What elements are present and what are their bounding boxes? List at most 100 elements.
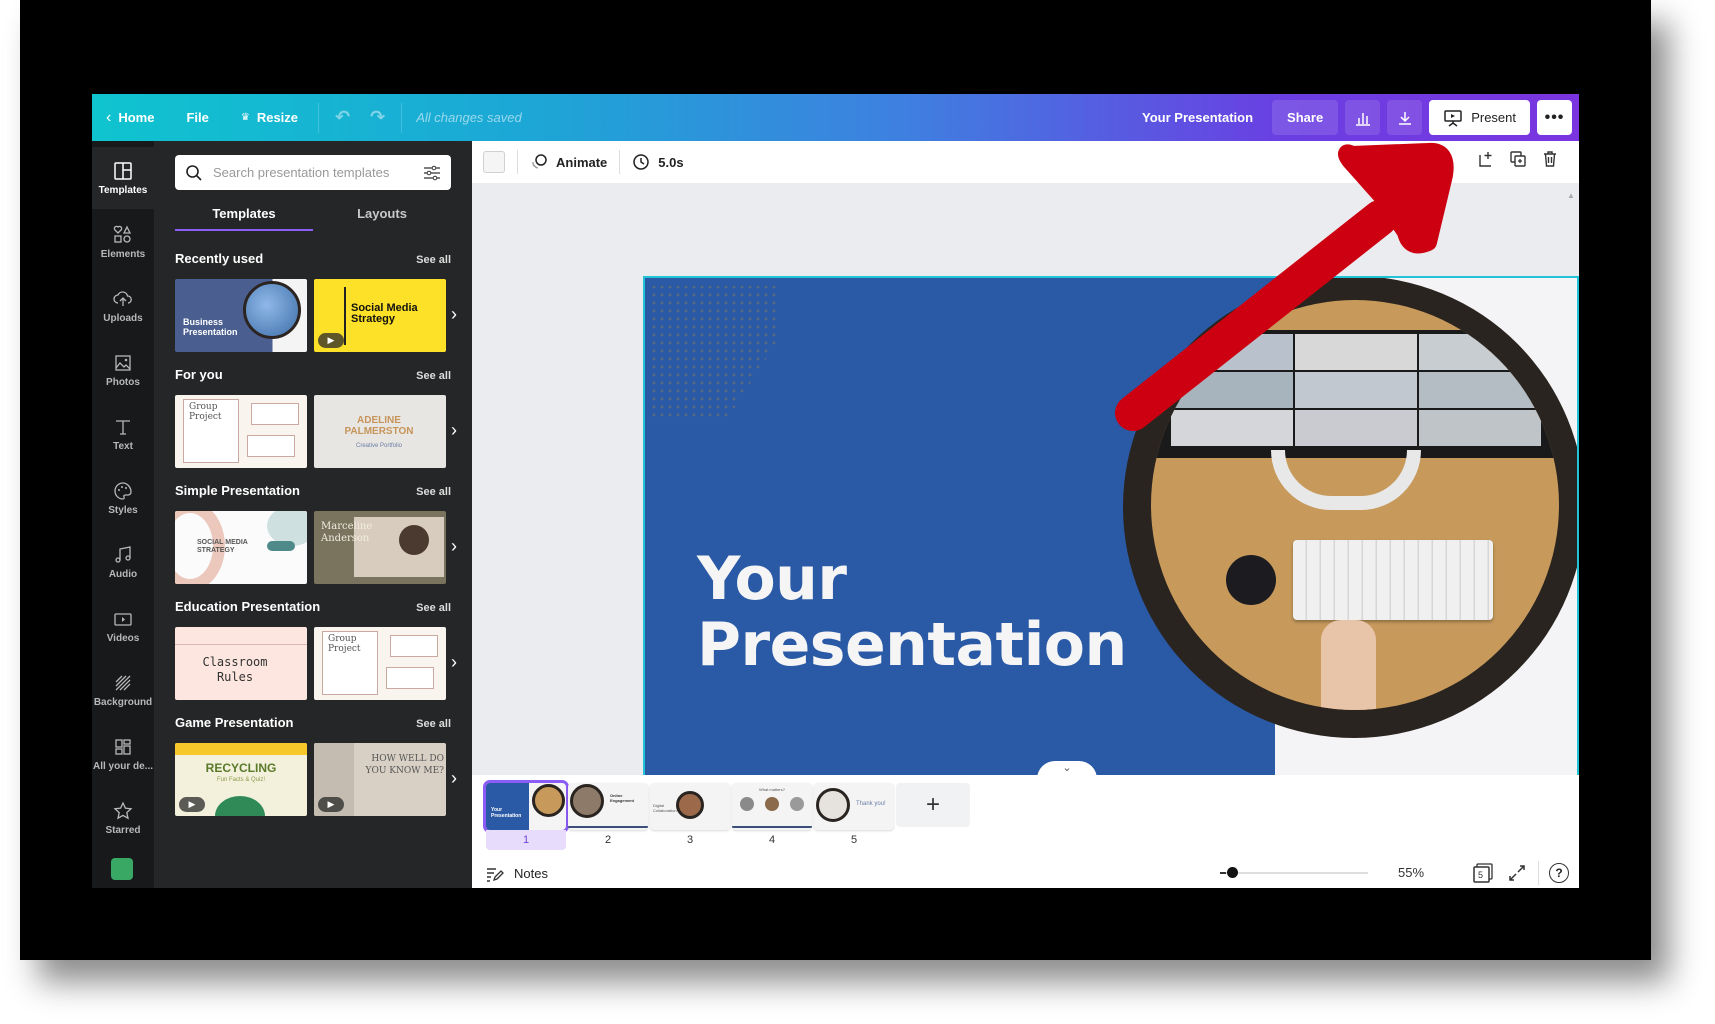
zoom-slider-handle[interactable] [1227, 867, 1239, 878]
rail-item-elements[interactable]: Elements [92, 211, 154, 273]
duplicate-page-icon[interactable] [1509, 150, 1527, 171]
page-grid-button[interactable]: 5 [1472, 862, 1494, 887]
chevron-right-icon[interactable]: › [451, 420, 457, 441]
file-menu[interactable]: File [168, 94, 226, 141]
app-icon[interactable] [111, 858, 133, 880]
slide-title[interactable]: Your Presentation [697, 546, 1127, 678]
slide-title-line-1: Your [697, 544, 847, 614]
template-thumb[interactable]: HOW WELL DO YOU KNOW ME? ▶ [314, 743, 446, 816]
section-title: Simple Presentation [175, 483, 300, 498]
search-placeholder: Search presentation templates [213, 165, 390, 180]
resize-button[interactable]: ♛ Resize [227, 94, 312, 141]
notes-button[interactable]: Notes [472, 866, 548, 882]
document-title[interactable]: Your Presentation [1130, 110, 1265, 125]
duration-button[interactable]: 5.0s [632, 153, 684, 171]
tab-templates[interactable]: Templates [175, 199, 313, 231]
see-all-link[interactable]: See all [416, 254, 451, 266]
rail-label: Elements [100, 248, 146, 260]
rail-item-templates[interactable]: Templates [92, 147, 154, 209]
chevron-right-icon[interactable]: › [451, 304, 457, 325]
page-thumb-4[interactable]: What matters? [732, 783, 812, 830]
template-thumb[interactable]: Group Project [314, 627, 446, 700]
page-thumb-1[interactable]: Your Presentation [483, 780, 569, 833]
rail-item-uploads[interactable]: Uploads [92, 275, 154, 337]
template-thumb[interactable]: SOCIAL MEDIA STRATEGY [175, 511, 307, 584]
section-recently-used: Recently used See all Business Presentati… [175, 251, 457, 352]
toggle-filmstrip-button[interactable]: ⌄ [1037, 761, 1097, 779]
rail-item-text[interactable]: Text [92, 403, 154, 465]
page-thumb-3[interactable]: Digital Collaboration [650, 783, 730, 830]
file-label: File [186, 110, 209, 125]
section-title: For you [175, 367, 223, 382]
template-thumb[interactable]: RECYCLING Fun Facts & Quiz! ▶ [175, 743, 307, 816]
rail-item-videos[interactable]: Videos [92, 595, 154, 657]
play-icon: ▶ [318, 333, 344, 348]
search-input[interactable]: Search presentation templates [175, 155, 451, 190]
chevron-right-icon[interactable]: › [451, 768, 457, 789]
background-color-swatch[interactable] [483, 151, 505, 173]
chevron-right-icon[interactable]: › [451, 536, 457, 557]
add-page-icon[interactable] [1477, 150, 1495, 171]
template-thumb[interactable]: Business Presentation [175, 279, 307, 352]
more-options-button[interactable]: ••• [1537, 100, 1572, 135]
photo-frame[interactable] [1123, 278, 1577, 738]
page-thumb-2[interactable]: Online Engagement [568, 783, 648, 830]
zoom-slider[interactable] [1220, 867, 1368, 878]
upload-icon [113, 290, 132, 306]
vertical-scrollbar[interactable]: ▲ ▼ [1567, 191, 1575, 791]
rail-label: All your de... [92, 760, 153, 772]
see-all-link[interactable]: See all [416, 486, 451, 498]
editor-toolbar: Animate 5.0s [472, 141, 1579, 183]
help-button[interactable]: ? [1549, 863, 1569, 883]
animate-button[interactable]: Animate [530, 153, 607, 171]
divider [1538, 861, 1539, 885]
slide-canvas[interactable]: Your Presentation [643, 276, 1579, 801]
see-all-link[interactable]: See all [416, 718, 451, 730]
rail-label: Background [93, 696, 153, 708]
page-thumb-5[interactable]: Thank you! [814, 783, 894, 830]
chevron-right-icon[interactable]: › [451, 652, 457, 673]
duration-value: 5.0s [658, 154, 684, 170]
tab-layouts[interactable]: Layouts [313, 199, 451, 231]
rail-item-styles[interactable]: Styles [92, 467, 154, 529]
download-button[interactable] [1387, 100, 1423, 135]
home-button[interactable]: ‹ Home [92, 94, 168, 141]
top-bar: ‹ Home File ♛ Resize ↶ ↷ All changes sav… [92, 94, 1579, 141]
rail-item-all-designs[interactable]: All your de... [92, 723, 154, 785]
delete-page-icon[interactable] [1541, 150, 1559, 171]
undo-icon[interactable]: ↶ [325, 107, 360, 128]
filter-icon[interactable] [423, 165, 441, 181]
template-thumb[interactable]: Classroom Rules [175, 627, 307, 700]
rail-item-audio[interactable]: Audio [92, 531, 154, 593]
thumb-title: Social Media Strategy [351, 302, 418, 325]
fullscreen-button[interactable] [1508, 864, 1526, 885]
thumb-subtitle: Creative Portfolio [355, 443, 403, 449]
rail-label: Uploads [103, 312, 143, 324]
template-thumb[interactable]: Marceline Anderson [314, 511, 446, 584]
redo-icon[interactable]: ↷ [360, 107, 395, 128]
rail-item-background[interactable]: Background [92, 659, 154, 721]
templates-icon [114, 161, 132, 180]
share-button[interactable]: Share [1272, 100, 1339, 135]
template-thumb[interactable]: Group Project [175, 395, 307, 468]
insights-button[interactable] [1345, 100, 1381, 135]
expand-icon [1509, 865, 1525, 881]
template-thumb[interactable]: Social Media Strategy ▶ [314, 279, 446, 352]
home-label: Home [118, 110, 155, 125]
present-button[interactable]: Present [1429, 100, 1530, 135]
rail-item-photos[interactable]: Photos [92, 339, 154, 401]
presentation-icon [1444, 109, 1462, 127]
see-all-link[interactable]: See all [416, 370, 451, 382]
canva-editor: ‹ Home File ♛ Resize ↶ ↷ All changes sav… [92, 72, 1579, 888]
see-all-link[interactable]: See all [416, 602, 451, 614]
chevron-left-icon: ‹ [106, 108, 112, 126]
rail-label: Templates [98, 184, 148, 196]
template-thumb[interactable]: ADELINE PALMERSTON Creative Portfolio [314, 395, 446, 468]
grid-icon [115, 738, 131, 755]
rail-item-starred[interactable]: Starred [92, 787, 154, 849]
thumb-subtitle: Fun Facts & Quiz! [216, 777, 265, 783]
notes-label: Notes [514, 866, 548, 881]
zoom-percentage[interactable]: 55% [1398, 865, 1424, 880]
add-page-button[interactable]: + [896, 783, 970, 827]
music-icon [115, 545, 131, 563]
